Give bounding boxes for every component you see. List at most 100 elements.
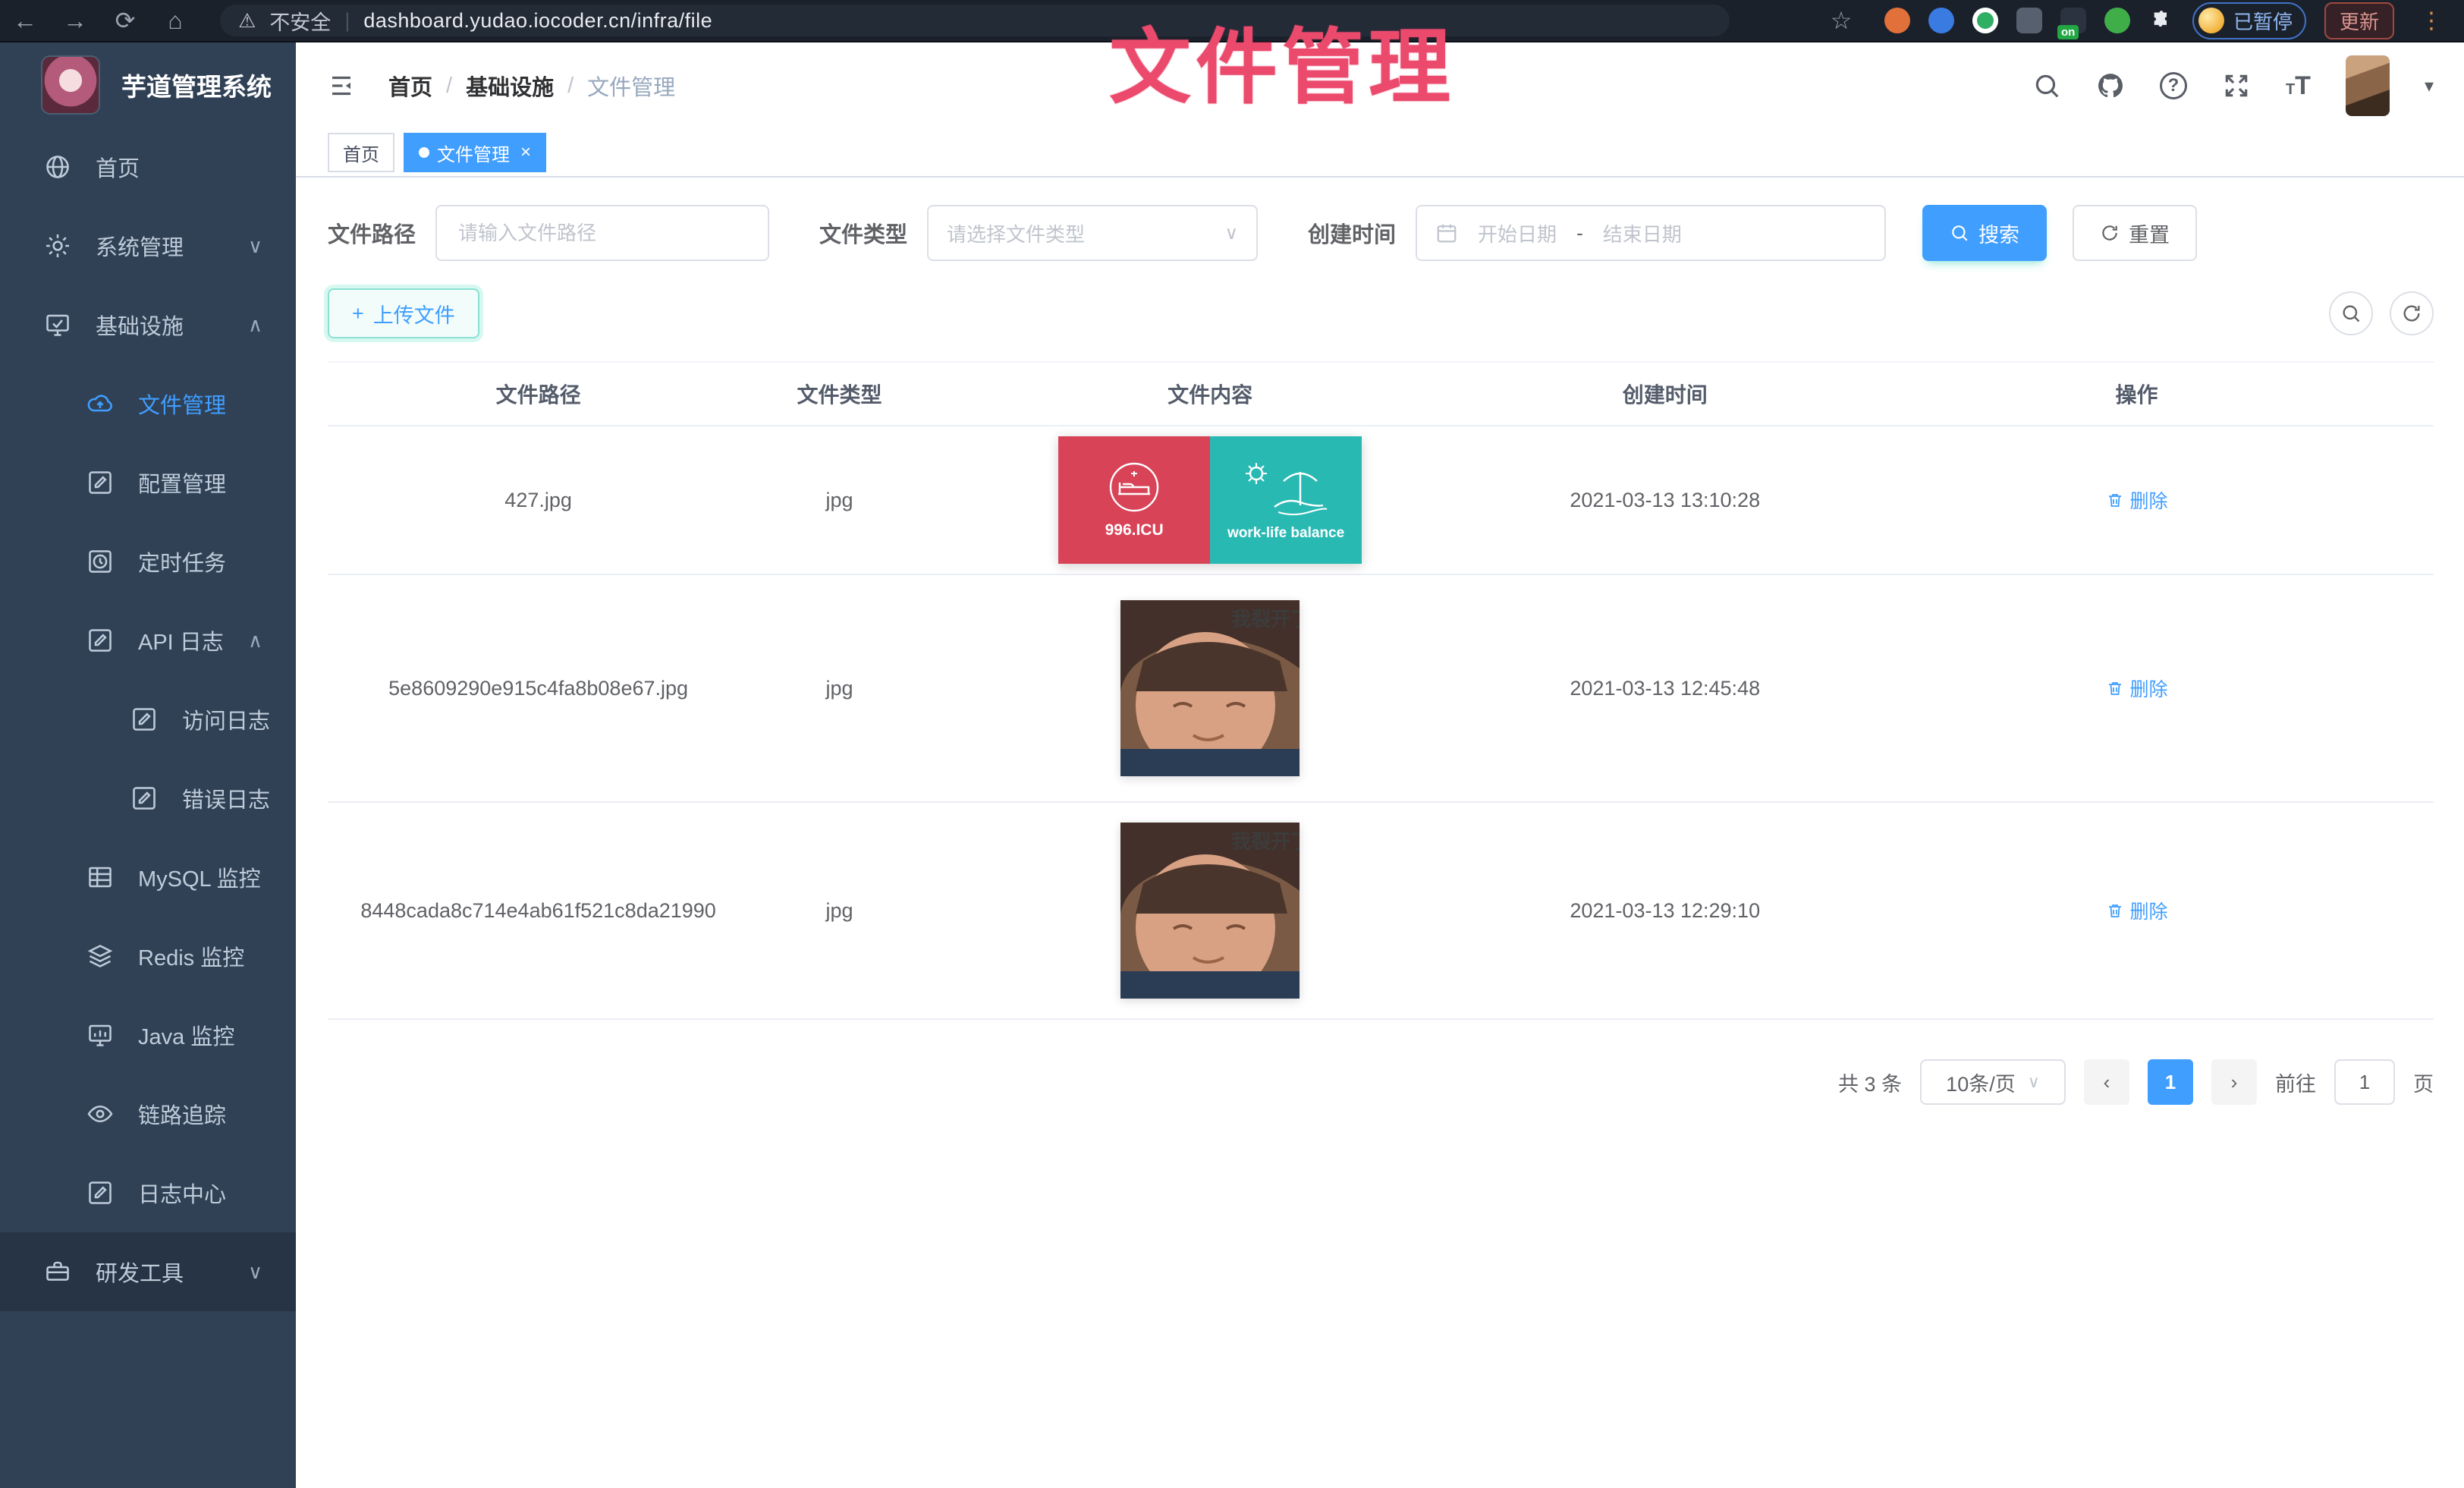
breadcrumb-infra[interactable]: 基础设施 — [466, 70, 554, 102]
tab-label: 文件管理 — [437, 140, 510, 166]
sidebar-item-devtools[interactable]: 研发工具 ∨ — [0, 1232, 296, 1311]
sidebar-item-cron[interactable]: 定时任务 — [0, 522, 296, 601]
sidebar-item-redis[interactable]: Redis 监控 — [0, 917, 296, 996]
sidebar-item-system[interactable]: 系统管理 ∨ — [0, 206, 296, 285]
file-preview-996icu[interactable]: 996.ICU work-life balance — [1058, 436, 1362, 564]
prev-page-button[interactable]: ‹ — [2084, 1059, 2129, 1105]
extension-icon[interactable] — [1972, 8, 1998, 33]
tab-home[interactable]: 首页 — [328, 133, 394, 172]
upload-file-button[interactable]: + 上传文件 — [328, 288, 479, 338]
file-path-input[interactable] — [435, 205, 769, 261]
page-number-1[interactable]: 1 — [2148, 1059, 2193, 1105]
tab-file-manage[interactable]: 文件管理 × — [404, 133, 546, 172]
hamburger-icon[interactable] — [326, 72, 357, 99]
chevron-up-icon: ∧ — [248, 629, 262, 653]
chevron-down-icon: ∨ — [248, 234, 262, 258]
delete-button[interactable]: 删除 — [2106, 486, 2168, 514]
browser-forward-icon[interactable]: → — [50, 7, 100, 35]
cell-file-type: jpg — [749, 677, 930, 700]
extension-icon[interactable] — [1884, 8, 1910, 33]
reset-button[interactable]: 重置 — [2073, 205, 2197, 261]
update-button[interactable]: 更新 — [2324, 2, 2394, 39]
browser-reload-icon[interactable]: ⟳ — [100, 6, 150, 35]
date-range-picker[interactable]: 开始日期 - 结束日期 — [1416, 205, 1886, 261]
delete-button[interactable]: 删除 — [2106, 897, 2168, 924]
sidebar-item-mysql[interactable]: MySQL 监控 — [0, 838, 296, 917]
breadcrumb-home[interactable]: 首页 — [388, 70, 432, 102]
user-avatar[interactable] — [2346, 55, 2390, 116]
fullscreen-icon[interactable] — [2222, 71, 2251, 100]
toggle-search-button[interactable] — [2329, 291, 2373, 335]
font-size-icon[interactable]: TT — [2286, 71, 2311, 101]
extension-icon[interactable]: on — [2060, 8, 2086, 33]
puzzle-extensions-icon[interactable] — [2148, 8, 2174, 33]
calendar-icon — [1435, 222, 1458, 244]
table-row: 427.jpg jpg 996.ICU work-life balance — [328, 426, 2434, 575]
sidebar-item-file-manage[interactable]: 文件管理 — [0, 364, 296, 443]
sidebar-item-label: 配置管理 — [138, 467, 226, 499]
goto-page-input[interactable] — [2334, 1059, 2395, 1105]
sidebar-item-home[interactable]: 首页 — [0, 127, 296, 206]
file-type-select[interactable]: 请选择文件类型 ∨ — [927, 205, 1258, 261]
navbar-actions: ? TT ▾ — [2032, 55, 2434, 116]
monitor-chart-icon — [86, 1021, 114, 1049]
bed-pin-icon — [1108, 461, 1161, 514]
sidebar-item-label: Redis 监控 — [138, 940, 244, 972]
refresh-table-button[interactable] — [2390, 291, 2434, 335]
bookmark-star-icon[interactable]: ☆ — [1816, 6, 1866, 35]
sidebar-item-log-center[interactable]: 日志中心 — [0, 1153, 296, 1232]
end-date-placeholder: 结束日期 — [1603, 219, 1682, 247]
security-label[interactable]: 不安全 — [269, 6, 331, 36]
url-text[interactable]: dashboard.yudao.iocoder.cn/infra/file — [363, 9, 712, 33]
table-toolbar: + 上传文件 — [328, 288, 2434, 338]
sidebar-item-error-log[interactable]: 错误日志 — [0, 759, 296, 838]
browser-menu-icon[interactable]: ⋮ — [2412, 8, 2450, 34]
browser-back-icon[interactable]: ← — [0, 7, 50, 35]
sidebar-item-config[interactable]: 配置管理 — [0, 443, 296, 522]
next-page-button[interactable]: › — [2211, 1059, 2257, 1105]
extension-icon[interactable] — [2104, 8, 2130, 33]
sidebar-item-trace[interactable]: 链路追踪 — [0, 1074, 296, 1153]
sidebar-item-infra[interactable]: 基础设施 ∧ — [0, 285, 296, 364]
sidebar: 芋道管理系统 首页 系统管理 ∨ 基础设施 ∧ 文件管理 配置管理 定时任务 — [0, 42, 296, 1488]
browser-extensions-area: ☆ on 已暂停 更新 ⋮ — [1816, 2, 2464, 39]
cell-create-time: 2021-03-13 13:10:28 — [1490, 489, 1840, 512]
sidebar-item-label: 访问日志 — [182, 703, 270, 735]
trash-icon — [2106, 491, 2124, 509]
sidebar-item-java[interactable]: Java 监控 — [0, 996, 296, 1074]
refresh-icon — [2401, 303, 2422, 324]
sidebar-item-api-log[interactable]: API 日志 ∧ — [0, 601, 296, 680]
total-count-label: 共 3 条 — [1838, 1068, 1902, 1097]
address-bar[interactable]: ⚠ 不安全 | dashboard.yudao.iocoder.cn/infra… — [220, 5, 1730, 36]
tab-label: 首页 — [343, 140, 379, 166]
delete-label: 删除 — [2130, 486, 2168, 514]
caret-down-icon[interactable]: ▾ — [2425, 75, 2434, 97]
file-preview-baby-meme[interactable]: 我裂开了 — [1120, 600, 1300, 776]
breadcrumb-current: 文件管理 — [587, 70, 675, 102]
chevron-down-icon: ∨ — [2028, 1072, 2040, 1092]
file-preview-baby-meme[interactable]: 我裂开了 — [1120, 823, 1300, 999]
github-icon[interactable] — [2096, 71, 2125, 100]
app-logo-row[interactable]: 芋道管理系统 — [0, 42, 296, 127]
cell-create-time: 2021-03-13 12:45:48 — [1490, 677, 1840, 700]
on-badge: on — [2057, 25, 2079, 39]
profile-paused-chip[interactable]: 已暂停 — [2192, 2, 2306, 39]
plus-icon: + — [352, 302, 364, 326]
extension-icon[interactable] — [1928, 8, 1954, 33]
chevron-up-icon: ∧ — [248, 313, 262, 337]
close-icon[interactable]: × — [520, 142, 531, 163]
search-button[interactable]: 搜索 — [1922, 205, 2047, 261]
browser-home-icon[interactable]: ⌂ — [150, 7, 200, 35]
eye-icon — [86, 1100, 114, 1128]
active-dot — [419, 147, 429, 158]
sidebar-item-label: Java 监控 — [138, 1019, 234, 1051]
sidebar-item-label: MySQL 监控 — [138, 861, 261, 893]
search-icon[interactable] — [2032, 71, 2061, 100]
delete-button[interactable]: 删除 — [2106, 675, 2168, 702]
sidebar-item-access-log[interactable]: 访问日志 — [0, 680, 296, 759]
page-size-select[interactable]: 10条/页 ∨ — [1920, 1059, 2066, 1105]
refresh-icon — [2100, 223, 2120, 243]
help-icon[interactable]: ? — [2160, 72, 2187, 99]
file-path-label: 文件路径 — [328, 217, 416, 249]
extension-icon[interactable] — [2016, 8, 2042, 33]
